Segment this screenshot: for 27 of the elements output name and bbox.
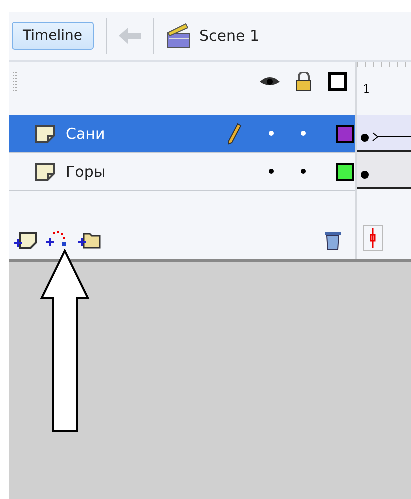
onion-skin-icon[interactable] bbox=[363, 225, 383, 251]
frame-cell[interactable] bbox=[357, 115, 411, 152]
unlocked-dot[interactable] bbox=[301, 169, 306, 174]
outline-color-swatch[interactable] bbox=[336, 162, 354, 180]
outline-icon[interactable] bbox=[327, 72, 349, 92]
visible-dot[interactable] bbox=[269, 169, 274, 174]
frame-cell[interactable] bbox=[357, 152, 411, 189]
layer-row[interactable]: Горы bbox=[9, 153, 355, 191]
tween-arrow-icon bbox=[371, 132, 411, 142]
frame-number: 1 bbox=[363, 82, 372, 96]
layer-row[interactable]: Сани bbox=[9, 115, 355, 153]
clapperboard-icon bbox=[166, 23, 192, 49]
new-layer-icon[interactable] bbox=[12, 229, 38, 251]
timeline-button[interactable]: Timeline bbox=[12, 22, 94, 50]
grip-icon bbox=[13, 72, 17, 92]
layer-name: Сани bbox=[66, 124, 106, 142]
visible-dot[interactable] bbox=[269, 131, 274, 136]
layer-icon bbox=[34, 162, 56, 182]
pencil-icon bbox=[228, 122, 242, 144]
trash-icon[interactable] bbox=[323, 229, 343, 251]
unlocked-dot[interactable] bbox=[301, 131, 306, 136]
keyframe-icon bbox=[361, 134, 369, 142]
outline-color-swatch[interactable] bbox=[336, 124, 354, 142]
layer-icon bbox=[34, 124, 56, 144]
layer-name: Горы bbox=[66, 162, 107, 180]
keyframe-icon bbox=[361, 171, 369, 179]
scene-name: Scene 1 bbox=[200, 27, 260, 45]
